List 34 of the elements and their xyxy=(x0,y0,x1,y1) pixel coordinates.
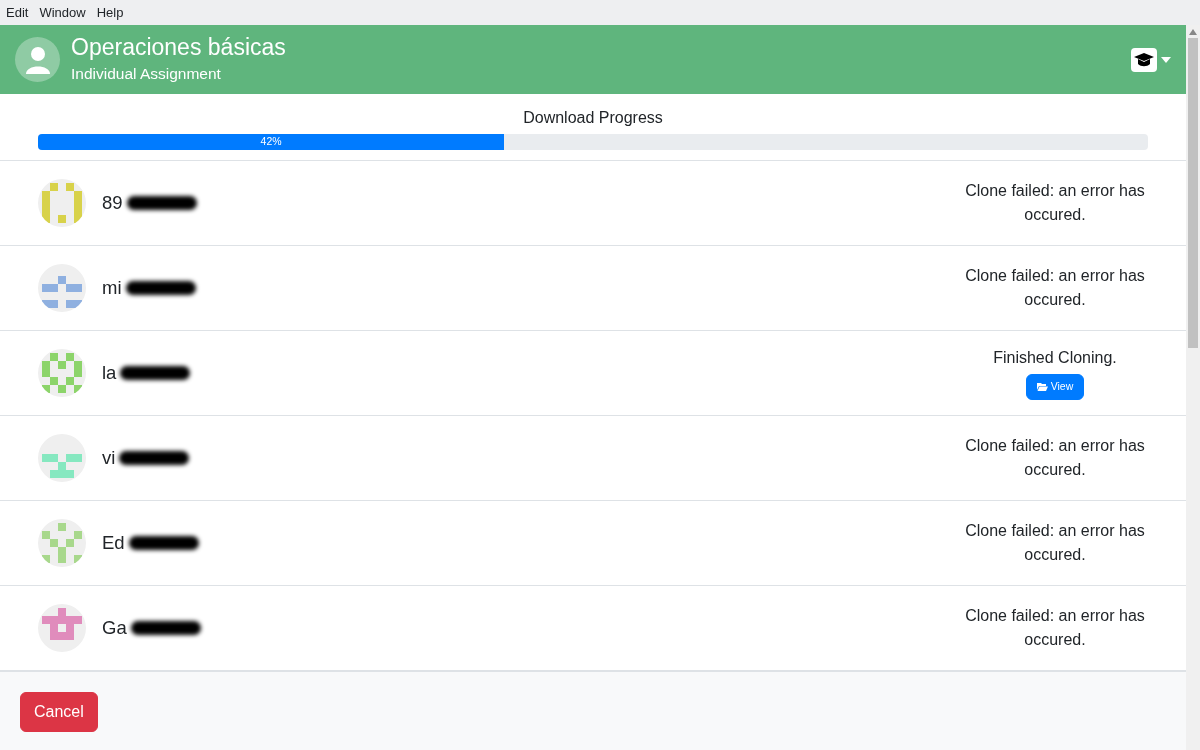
redaction-mark xyxy=(130,621,201,635)
scrollbar-thumb[interactable] xyxy=(1188,38,1198,348)
cancel-button[interactable]: Cancel xyxy=(20,692,98,732)
status-text: Clone failed: an error has occured. xyxy=(964,266,1146,310)
student-name: 89 xyxy=(102,191,123,216)
view-button[interactable]: View xyxy=(1025,374,1085,400)
redaction-mark xyxy=(128,536,199,550)
caret-icon[interactable] xyxy=(1161,56,1171,63)
user-avatar-icon xyxy=(15,37,60,82)
menu-item[interactable]: Window xyxy=(39,2,86,23)
status-text: Clone failed: an error has occured. xyxy=(964,606,1146,650)
progress-fill: 42% xyxy=(38,134,505,150)
menu-item[interactable]: Help xyxy=(96,2,124,23)
redaction-mark xyxy=(126,196,197,210)
student-name: la xyxy=(102,361,117,386)
assignment-subtitle: Individual Assignment xyxy=(71,63,222,84)
student-name: Ga xyxy=(102,616,127,641)
menu-item[interactable]: Edit xyxy=(6,2,29,23)
student-name: Ed xyxy=(102,531,125,556)
status-text: Clone failed: an error has occured. xyxy=(964,181,1146,225)
graduation-cap-icon[interactable] xyxy=(1131,47,1157,72)
status-text: Finished Cloning. xyxy=(992,348,1118,369)
scrollbar[interactable] xyxy=(1186,25,1200,750)
status-text: Clone failed: an error has occured. xyxy=(964,436,1146,480)
scroll-up-icon[interactable] xyxy=(1189,29,1197,35)
folder-icon xyxy=(1036,382,1048,392)
redaction-mark xyxy=(120,366,191,380)
assignment-title: Operaciones básicas xyxy=(71,34,286,62)
redaction-mark xyxy=(119,451,190,465)
status-text: Clone failed: an error has occured. xyxy=(964,521,1146,565)
student-name: vi xyxy=(102,446,116,471)
redaction-mark xyxy=(125,281,196,295)
progress-title: Download Progress xyxy=(522,108,664,128)
student-name: mi xyxy=(102,276,122,301)
